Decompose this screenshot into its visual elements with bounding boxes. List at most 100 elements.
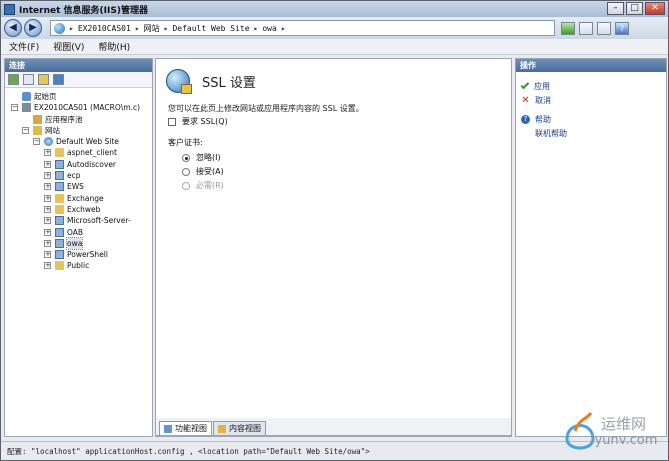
expand-icon[interactable]: +: [44, 262, 51, 270]
expand-icon[interactable]: +: [44, 251, 51, 259]
tree-node-label: Autodiscover: [67, 159, 117, 169]
forward-button[interactable]: ▶: [24, 19, 42, 37]
breadcrumb-owa[interactable]: owa: [258, 24, 280, 33]
watermark-text-domain: iyunv.com: [591, 433, 658, 448]
application-icon: [55, 238, 64, 248]
stop-icon[interactable]: [579, 21, 593, 35]
menu-bar: 文件(F) 视图(V) 帮助(H): [1, 39, 668, 55]
maximize-button[interactable]: □: [626, 2, 643, 15]
breadcrumb-server[interactable]: EX2010CAS01: [74, 24, 135, 33]
application-icon: [55, 159, 64, 169]
folder-icon: [55, 148, 64, 158]
tree-node[interactable]: + OAB: [5, 227, 152, 238]
tab-label: 内容视图: [229, 424, 261, 433]
tree-node[interactable]: + PowerShell: [5, 249, 152, 260]
menu-view[interactable]: 视图(V): [53, 40, 84, 53]
tree-node[interactable]: + EWS: [5, 181, 152, 192]
tree-node-label: Exchweb: [67, 204, 101, 214]
radio-ignore[interactable]: 忽略(I): [182, 152, 221, 163]
tree-node[interactable]: + owa: [5, 236, 152, 250]
tree-node[interactable]: − EX2010CAS01 (MACRO\m.c): [5, 102, 152, 113]
tree-node[interactable]: − Default Web Site: [5, 136, 152, 147]
app-pool-icon: [33, 114, 42, 124]
action-cancel[interactable]: ✕ 取消: [521, 95, 551, 106]
address-row: ◀ ▶ ▸ EX2010CAS01 ▸ 网站 ▸ Default Web Sit…: [1, 17, 668, 39]
application-icon: [55, 216, 64, 226]
tree-node[interactable]: 应用程序池: [5, 114, 152, 125]
back-button[interactable]: ◀: [4, 19, 22, 37]
expand-icon[interactable]: +: [44, 183, 51, 191]
collapse-icon[interactable]: −: [33, 138, 40, 146]
save-icon[interactable]: [23, 74, 34, 85]
home-nav-icon[interactable]: [597, 21, 611, 35]
tree-node[interactable]: + Microsoft-Server-: [5, 215, 152, 226]
iis-app-icon: [4, 3, 15, 15]
action-help[interactable]: ? 帮助: [521, 114, 551, 125]
tree-node[interactable]: 起始页: [5, 91, 152, 102]
tree-node-label: 起始页: [34, 92, 57, 101]
expand-icon[interactable]: +: [44, 160, 51, 168]
menu-help[interactable]: 帮助(H): [98, 40, 130, 53]
action-online-help[interactable]: 联机帮助: [521, 128, 567, 139]
tree-node-label: owa: [65, 236, 84, 250]
refresh-icon[interactable]: [561, 21, 575, 35]
action-label: 联机帮助: [535, 129, 567, 138]
tree-node-label: ecp: [67, 171, 81, 181]
ssl-description: 您可以在此页上修改网站或应用程序内容的 SSL 设置。: [168, 104, 364, 113]
action-label: 应用: [534, 82, 550, 91]
application-icon: [55, 250, 64, 260]
expand-icon[interactable]: +: [44, 172, 51, 180]
tree-node[interactable]: + ecp: [5, 170, 152, 181]
action-apply[interactable]: 应用: [520, 80, 550, 92]
tree-node-label: aspnet_client: [67, 148, 117, 158]
expand-icon[interactable]: +: [44, 205, 51, 213]
radio-button[interactable]: [182, 153, 190, 162]
action-label: 取消: [535, 96, 551, 105]
require-ssl-checkbox[interactable]: 要求 SSL(Q): [168, 116, 228, 127]
expand-icon[interactable]: +: [44, 217, 51, 225]
window-title: Internet 信息服务(IIS)管理器: [19, 5, 148, 16]
action-label: 帮助: [535, 115, 551, 124]
up-folder-icon[interactable]: [38, 74, 49, 85]
tab-features-view[interactable]: 功能视图: [159, 421, 212, 435]
disconnect-icon[interactable]: [53, 74, 64, 85]
tab-content-view[interactable]: 内容视图: [213, 421, 266, 435]
tab-label: 功能视图: [175, 424, 207, 433]
tree-node-label: 应用程序池: [45, 114, 83, 124]
radio-label: 忽略(I): [196, 153, 221, 162]
ssl-settings-icon: [166, 69, 192, 94]
expand-icon[interactable]: +: [44, 239, 51, 247]
help-dropdown-icon[interactable]: ?: [615, 21, 629, 35]
tree-node[interactable]: + aspnet_client: [5, 147, 152, 158]
tree-node[interactable]: + Exchweb: [5, 204, 152, 215]
radio-button[interactable]: [182, 167, 190, 176]
connect-icon[interactable]: [8, 74, 19, 85]
expand-icon[interactable]: +: [44, 194, 51, 202]
checkbox-box[interactable]: [168, 117, 176, 126]
cancel-icon: ✕: [521, 95, 530, 106]
globe-icon: [54, 22, 65, 34]
view-tabs: 功能视图 内容视图: [155, 418, 512, 436]
tree-node[interactable]: − 网站: [5, 125, 152, 136]
tree-node[interactable]: + Public: [5, 260, 152, 271]
tree-node-label: Default Web Site: [56, 137, 119, 147]
collapse-icon[interactable]: −: [22, 126, 29, 134]
expand-icon[interactable]: +: [44, 149, 51, 157]
tree-node[interactable]: + Exchange: [5, 193, 152, 204]
tree-node-label: Exchange: [67, 193, 104, 203]
address-breadcrumb[interactable]: ▸ EX2010CAS01 ▸ 网站 ▸ Default Web Site ▸ …: [50, 20, 555, 36]
connections-tree: 起始页 − EX2010CAS01 (MACRO\m.c) 应用程序池 − 网站 − Defa…: [5, 88, 152, 272]
minimize-button[interactable]: –: [607, 2, 624, 15]
folder-icon: [55, 193, 64, 203]
breadcrumb-sites[interactable]: 网站: [140, 23, 164, 34]
collapse-icon[interactable]: −: [11, 104, 18, 112]
expand-icon[interactable]: +: [44, 228, 51, 236]
tree-node[interactable]: + Autodiscover: [5, 159, 152, 170]
breadcrumb-default-web-site[interactable]: Default Web Site: [168, 24, 253, 33]
close-button[interactable]: ✕: [645, 2, 665, 15]
features-view-icon: [164, 424, 172, 433]
help-icon: ?: [521, 115, 530, 124]
globe-site-icon: [44, 137, 53, 147]
menu-file[interactable]: 文件(F): [9, 40, 39, 53]
radio-accept[interactable]: 接受(A): [182, 166, 224, 177]
